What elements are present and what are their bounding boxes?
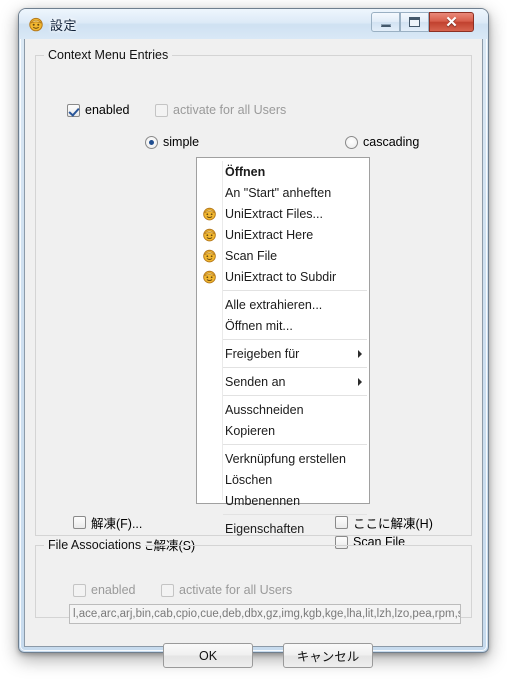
minimize-icon (372, 13, 399, 31)
context-all-users-label: activate for all Users (173, 103, 287, 117)
menu-item-label: Alle extrahieren... (225, 297, 323, 312)
menu-item-label: UniExtract Files... (225, 206, 323, 221)
option-extract-here-checkbox[interactable]: ここに解凍(H) (335, 513, 433, 532)
menu-item[interactable]: Kopieren (197, 420, 369, 441)
context-all-users-checkbox[interactable]: activate for all Users (155, 103, 286, 117)
context-enabled-label: enabled (85, 103, 130, 117)
menu-item-label: Öffnen (225, 164, 266, 179)
checkbox-box (73, 516, 86, 529)
radio-dot (145, 135, 158, 149)
settings-window: 設定 ✕ Context Menu Entries enabled activa… (18, 8, 489, 668)
context-menu-preview: Öffnen An "Start" anheften UniExtract File… (196, 157, 370, 536)
menu-item-label: Scan File (225, 248, 278, 263)
menu-item-label: Freigeben für (225, 346, 300, 361)
menu-item[interactable]: Freigeben für (197, 343, 369, 364)
menu-separator (223, 367, 367, 368)
assoc-all-users-checkbox[interactable]: activate for all Users (161, 583, 292, 597)
cancel-button[interactable]: キャンセル (283, 643, 373, 668)
menu-item[interactable]: Alle extrahieren... (197, 294, 369, 315)
radio-cascading[interactable]: cascading (345, 135, 419, 149)
menu-item-label: Ausschneiden (225, 402, 304, 417)
menu-item[interactable]: UniExtract to Subdir (197, 266, 369, 287)
close-icon: ✕ (445, 13, 458, 31)
menu-item-label: UniExtract to Subdir (225, 269, 337, 284)
title-bar[interactable]: 設定 ✕ (19, 9, 488, 39)
menu-item-label: Löschen (225, 472, 273, 487)
menu-item[interactable]: Öffnen (197, 161, 369, 182)
menu-item-label: Verknüpfung erstellen (225, 451, 346, 466)
uniextract-icon (202, 269, 217, 284)
minimize-button[interactable] (371, 12, 400, 32)
menu-item-label: Öffnen mit... (225, 318, 293, 333)
option-extract-f-label: 解凍(F)... (91, 517, 143, 531)
menu-item-label: Senden an (225, 374, 286, 389)
maximize-button[interactable] (400, 12, 429, 32)
dialog-client-area: Context Menu Entries enabled activate fo… (24, 39, 483, 668)
menu-item-label: Umbenennen (225, 493, 301, 508)
checkbox-box (155, 103, 168, 117)
menu-item[interactable]: Löschen (197, 469, 369, 490)
menu-separator (223, 444, 367, 445)
uniextract-icon (28, 16, 44, 32)
checkbox-box (335, 516, 348, 529)
checkbox-box (73, 583, 86, 597)
maximize-icon (401, 13, 428, 31)
menu-item[interactable]: Ausschneiden (197, 399, 369, 420)
context-menu-entries-group-title: Context Menu Entries (44, 48, 173, 62)
menu-item[interactable]: An "Start" anheften (197, 182, 369, 203)
uniextract-icon (202, 206, 217, 221)
menu-item[interactable]: Umbenennen (197, 490, 369, 511)
assoc-enabled-label: enabled (91, 583, 136, 597)
menu-separator (223, 290, 367, 291)
file-extensions-input[interactable]: l,ace,arc,arj,bin,cab,cpio,cue,deb,dbx,g… (69, 604, 461, 624)
assoc-all-users-label: activate for all Users (179, 583, 293, 597)
menu-item[interactable]: Öffnen mit... (197, 315, 369, 336)
context-enabled-checkbox[interactable]: enabled (67, 103, 130, 117)
radio-simple-label: simple (163, 135, 200, 149)
checkbox-box (67, 103, 80, 117)
menu-separator (223, 395, 367, 396)
checkbox-box (161, 583, 174, 597)
submenu-arrow-icon (358, 378, 362, 386)
menu-item[interactable]: Senden an (197, 371, 369, 392)
ok-button[interactable]: OK (163, 643, 253, 668)
uniextract-icon (202, 227, 217, 242)
menu-item[interactable]: UniExtract Here (197, 224, 369, 245)
file-associations-group-title: File Associations (44, 538, 146, 552)
menu-item-label: An "Start" anheften (225, 185, 332, 200)
option-extract-here-label: ここに解凍(H) (353, 517, 433, 531)
menu-item[interactable]: Verknüpfung erstellen (197, 448, 369, 469)
menu-item[interactable]: UniExtract Files... (197, 203, 369, 224)
radio-dot (345, 135, 358, 149)
menu-item-label: Kopieren (225, 423, 276, 438)
close-button[interactable]: ✕ (429, 12, 474, 32)
radio-cascading-label: cascading (363, 135, 420, 149)
assoc-enabled-checkbox[interactable]: enabled (73, 583, 136, 597)
menu-item-label: Eigenschaften (225, 521, 305, 536)
window-title: 設定 (50, 18, 78, 33)
radio-simple[interactable]: simple (145, 135, 199, 149)
menu-item-list: Öffnen An "Start" anheften UniExtract File… (197, 161, 369, 539)
menu-separator (223, 339, 367, 340)
menu-item[interactable]: Scan File (197, 245, 369, 266)
submenu-arrow-icon (358, 350, 362, 358)
option-extract-f-checkbox[interactable]: 解凍(F)... (73, 513, 142, 532)
uniextract-icon (202, 248, 217, 263)
menu-item-label: UniExtract Here (225, 227, 314, 242)
